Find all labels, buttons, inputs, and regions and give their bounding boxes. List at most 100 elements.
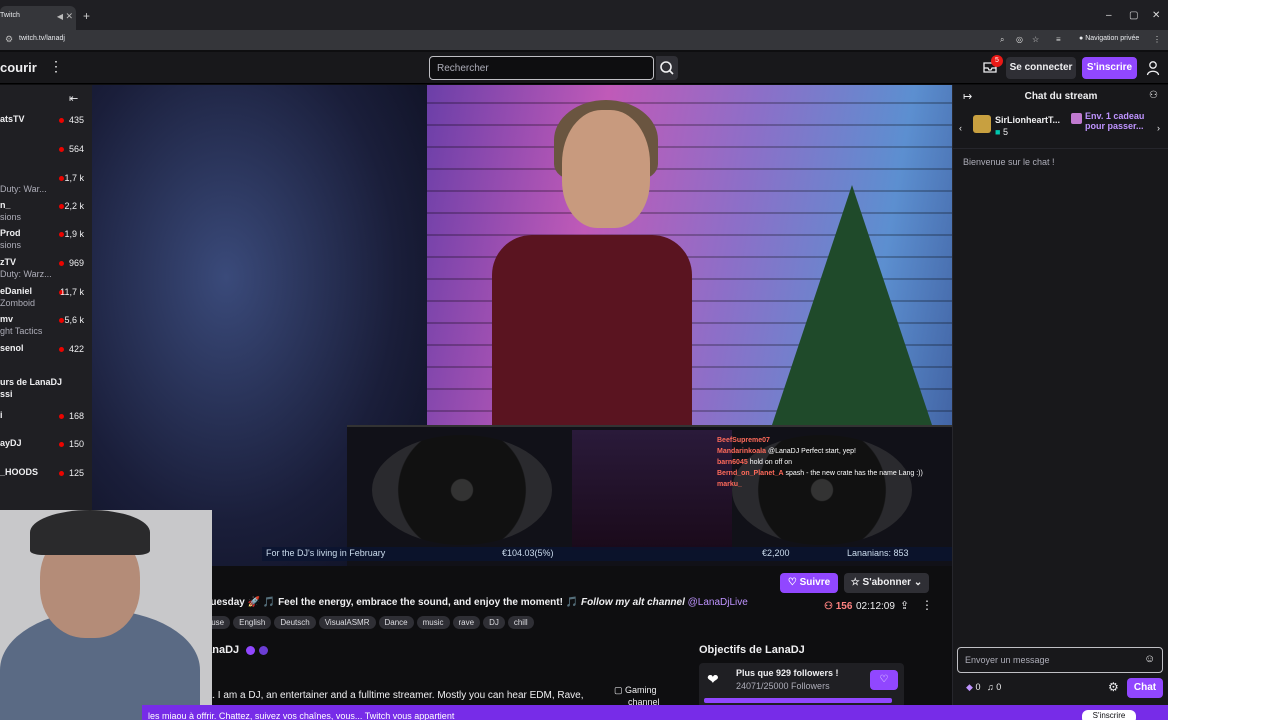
- chevron-left-icon[interactable]: ‹: [959, 123, 962, 133]
- sidebar-channel[interactable]: ayDJ 150: [0, 438, 92, 466]
- overlay-chat-line: barn6045 hold on off on: [717, 459, 793, 466]
- signup-banner: les miaou à offrir. Chattez, suivez vos …: [142, 705, 1168, 720]
- sidebar-channel[interactable]: zTV Duty: Warz... 969: [0, 257, 92, 285]
- viewer-count: 2,2 k: [64, 201, 84, 211]
- reading-list-icon[interactable]: ≡: [1056, 35, 1061, 44]
- alt-channel-link[interactable]: @LanaDjLive: [688, 597, 748, 608]
- channel-game: Duty: War...: [0, 184, 47, 194]
- tag[interactable]: Dance: [378, 616, 414, 629]
- community-icon[interactable]: ⚇: [1149, 90, 1158, 101]
- search-input[interactable]: [429, 56, 654, 80]
- tracking-icon[interactable]: ◎: [1016, 35, 1023, 44]
- live-dot: [59, 318, 64, 323]
- heart-icon: ♡: [879, 674, 889, 685]
- viewer-count: 11,7 k: [60, 287, 84, 297]
- zoom-icon[interactable]: ⌕: [1000, 35, 1004, 45]
- sidebar-channel[interactable]: Duty: War... 1,7 k: [0, 172, 92, 200]
- more-options-icon[interactable]: ⋮: [921, 598, 933, 612]
- viewer-count: 435: [68, 115, 84, 125]
- tag[interactable]: DJ: [483, 616, 505, 629]
- channel-name: i: [0, 410, 3, 420]
- tag[interactable]: chill: [507, 616, 534, 629]
- minimize-icon[interactable]: –: [1106, 10, 1112, 21]
- dj-head: [562, 110, 650, 228]
- maximize-icon[interactable]: ▢: [1129, 10, 1138, 21]
- browse-link[interactable]: courir: [0, 60, 37, 75]
- user-menu-icon[interactable]: [1146, 60, 1160, 76]
- tag[interactable]: VisualASMR: [318, 616, 376, 629]
- chat-send-button[interactable]: Chat: [1127, 678, 1163, 698]
- viewer-count: 168: [68, 411, 84, 421]
- site-info-icon[interactable]: ⚙: [5, 34, 13, 45]
- gifter-name[interactable]: SirLionheartT...: [995, 115, 1060, 125]
- sidebar-channel[interactable]: eDaniel Zomboid 11,7 k: [0, 286, 92, 314]
- live-dot: [59, 414, 64, 419]
- chat-bubble-icon: ▢: [614, 685, 623, 695]
- chat-input[interactable]: [957, 647, 1163, 673]
- sidebar-channel[interactable]: mv ght Tactics 5,6 k: [0, 314, 92, 342]
- sidebar-section-title: urs de LanaDJ ssi: [0, 377, 63, 399]
- channel-name: ayDJ: [0, 438, 22, 448]
- goal-progress-bar: [704, 698, 892, 703]
- emote-icon[interactable]: ☺: [1144, 653, 1155, 665]
- chevron-right-icon[interactable]: ›: [1157, 123, 1160, 133]
- bookmark-star-icon[interactable]: ☆: [1032, 35, 1039, 44]
- tab-close-icon[interactable]: ✕: [65, 11, 73, 22]
- sidebar-channel[interactable]: Prod sions 1,9 k: [0, 228, 92, 256]
- live-dot: [59, 261, 64, 266]
- viewer-count: 125: [68, 468, 84, 478]
- channel-name: eDaniel: [0, 286, 33, 296]
- live-dot: [59, 118, 64, 123]
- address-bar[interactable]: ⚙ twitch.tv/lanadj ⌕ ◎ ☆ ≡ ● Navigation …: [0, 30, 1168, 50]
- channel-points[interactable]: ◆ 0 ♫ 0: [966, 682, 1001, 693]
- viewer-count: 5,6 k: [64, 315, 84, 325]
- webcam-cap: [30, 510, 150, 555]
- overlay-chat-line: Bernd_on_Planet_A spash - the new crate …: [717, 470, 923, 477]
- follow-button[interactable]: ♡ Suivre: [780, 573, 838, 593]
- chat-panel: ↦ Chat du stream ⚇ ‹ SirLionheartT... ■ …: [952, 85, 1168, 705]
- tag[interactable]: rave: [452, 616, 481, 629]
- viewer-count: 150: [68, 439, 84, 449]
- sidebar-channel[interactable]: senol 422: [0, 343, 92, 371]
- browser-tab[interactable]: Twitch ◀ ✕: [0, 6, 76, 30]
- goal-follow-button[interactable]: ♡: [870, 670, 898, 690]
- browser-menu-icon[interactable]: ⋮: [1153, 35, 1161, 44]
- sidebar-channel[interactable]: 564: [0, 143, 92, 171]
- tag[interactable]: English: [233, 616, 272, 629]
- channel-name: Prod: [0, 228, 21, 238]
- stream-title: kickoff Tuesday 🚀 🎵 Feel the energy, emb…: [170, 597, 748, 608]
- sidebar-channel[interactable]: i 168: [0, 410, 92, 438]
- bits-icon: ◆: [966, 682, 973, 692]
- collapse-sidebar-icon[interactable]: ⇤: [69, 92, 78, 105]
- twitch-window: Twitch ◀ ✕ + – ▢ ✕ ⚙ twitch.tv/lanadj ⌕ …: [0, 0, 1168, 720]
- gift-offer-icon: [1071, 113, 1082, 124]
- signup-button[interactable]: S'inscrire: [1082, 57, 1137, 79]
- sidebar-channel[interactable]: n_ sions 2,2 k: [0, 200, 92, 228]
- community-count: Lananians: 853: [847, 548, 909, 558]
- tag[interactable]: Deutsch: [274, 616, 316, 629]
- mute-icon[interactable]: ◀: [57, 12, 63, 21]
- chat-settings-icon[interactable]: ⚙: [1108, 680, 1119, 694]
- channel-name: senol: [0, 343, 24, 353]
- private-browsing-label[interactable]: ● Navigation privée: [1079, 35, 1139, 42]
- tag[interactable]: music: [416, 616, 450, 629]
- dj-mixer: [572, 430, 732, 550]
- viewers-icon: ⚇: [824, 601, 833, 612]
- search-button[interactable]: [656, 56, 678, 80]
- viewer-count: 564: [68, 144, 84, 154]
- subscribe-button[interactable]: ☆ S'abonner ⌄: [844, 573, 929, 593]
- new-tab-icon[interactable]: +: [83, 9, 90, 23]
- more-options-icon[interactable]: ⋮: [49, 58, 63, 75]
- video-player[interactable]: BeefSupreme07 Mandarinkoala @LanaDJ Perf…: [92, 85, 952, 566]
- login-button[interactable]: Se connecter: [1006, 57, 1076, 79]
- gift-icon: [973, 115, 991, 133]
- star-icon: ☆: [850, 577, 860, 588]
- sidebar-channel[interactable]: _HOODS 125: [0, 467, 92, 495]
- gift-offer[interactable]: Env. 1 cadeau pour passer...: [1085, 111, 1155, 131]
- banner-signup-button[interactable]: S'inscrire: [1082, 710, 1136, 720]
- url-text[interactable]: twitch.tv/lanadj: [19, 35, 65, 42]
- sidebar-channel[interactable]: atsTV 435: [0, 114, 92, 142]
- window-close-icon[interactable]: ✕: [1152, 10, 1160, 21]
- share-icon[interactable]: ⇪: [900, 599, 909, 612]
- goal-title: Plus que 929 followers !: [736, 668, 839, 678]
